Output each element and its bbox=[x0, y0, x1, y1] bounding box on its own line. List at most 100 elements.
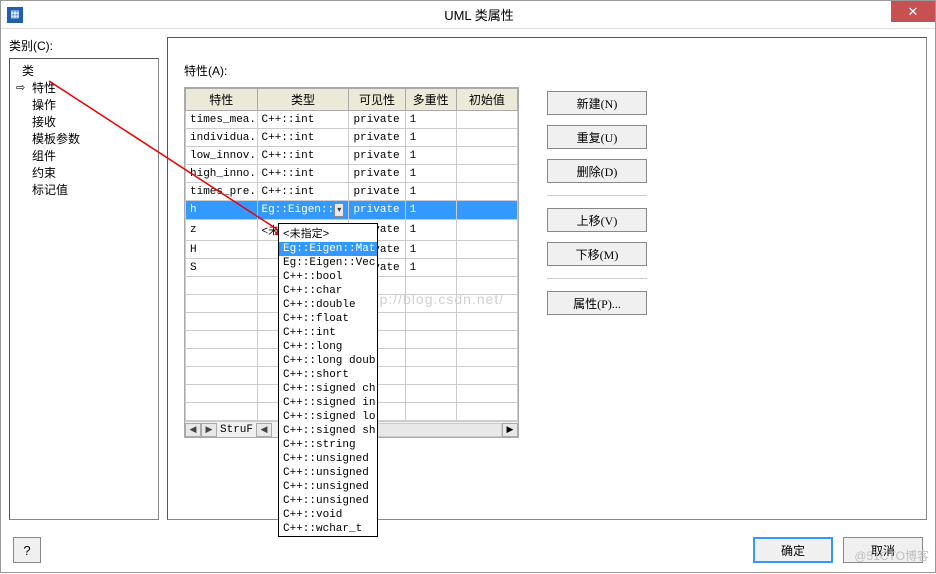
ok-button[interactable]: 确定 bbox=[753, 537, 833, 563]
table-cell[interactable] bbox=[456, 165, 517, 183]
dropdown-item[interactable]: C++::unsigned bbox=[279, 452, 377, 466]
table-cell[interactable] bbox=[456, 201, 517, 220]
tree-item[interactable]: 特性 bbox=[12, 80, 156, 97]
type-dropdown[interactable]: <未指定>Eg::Eigen::MatEg::Eigen::VecC++::bo… bbox=[278, 223, 378, 537]
dropdown-item[interactable]: C++::unsigned bbox=[279, 494, 377, 508]
dropdown-item[interactable]: C++::signed sh bbox=[279, 424, 377, 438]
duplicate-button[interactable]: 重复(U) bbox=[547, 125, 647, 149]
table-cell[interactable] bbox=[456, 259, 517, 277]
delete-button[interactable]: 删除(D) bbox=[547, 159, 647, 183]
dropdown-item[interactable]: Eg::Eigen::Mat bbox=[279, 242, 377, 256]
table-cell[interactable]: 1 bbox=[405, 259, 456, 277]
new-button[interactable]: 新建(N) bbox=[547, 91, 647, 115]
dropdown-item[interactable]: C++::signed ch bbox=[279, 382, 377, 396]
table-cell[interactable]: high_inno... bbox=[186, 165, 258, 183]
table-cell[interactable]: C++::int bbox=[257, 165, 349, 183]
cancel-button[interactable]: 取消 bbox=[843, 537, 923, 563]
column-header[interactable]: 特性 bbox=[186, 89, 258, 111]
column-header[interactable]: 初始值 bbox=[456, 89, 517, 111]
table-row[interactable]: hEg::Eigen::▾private1 bbox=[186, 201, 518, 220]
category-tree[interactable]: 类特性操作接收模板参数组件约束标记值 bbox=[9, 58, 159, 520]
dropdown-item[interactable]: C++::short bbox=[279, 368, 377, 382]
dropdown-item[interactable]: C++::unsigned bbox=[279, 466, 377, 480]
table-cell[interactable]: C++::int bbox=[257, 183, 349, 201]
dropdown-item[interactable]: C++::char bbox=[279, 284, 377, 298]
tree-item[interactable]: 类 bbox=[12, 63, 156, 80]
move-down-button[interactable]: 下移(M) bbox=[547, 242, 647, 266]
dropdown-item[interactable]: Eg::Eigen::Vec bbox=[279, 256, 377, 270]
table-row[interactable]: high_inno...C++::intprivate1 bbox=[186, 165, 518, 183]
table-cell[interactable]: individua... bbox=[186, 129, 258, 147]
dropdown-item[interactable]: C++::signed in bbox=[279, 396, 377, 410]
scroll-right-icon[interactable]: ▶ bbox=[502, 423, 518, 437]
scroll-left-icon[interactable]: ◀ bbox=[256, 423, 272, 437]
table-cell[interactable] bbox=[456, 220, 517, 241]
tree-item[interactable]: 模板参数 bbox=[12, 131, 156, 148]
dropdown-item[interactable]: <未指定> bbox=[279, 224, 377, 242]
table-cell[interactable]: H bbox=[186, 241, 258, 259]
properties-button[interactable]: 属性(P)... bbox=[547, 291, 647, 315]
table-cell[interactable] bbox=[456, 183, 517, 201]
dropdown-item[interactable]: C++::int bbox=[279, 326, 377, 340]
dropdown-item[interactable]: C++::long doub bbox=[279, 354, 377, 368]
table-cell[interactable]: private bbox=[349, 183, 405, 201]
table-cell[interactable]: 1 bbox=[405, 111, 456, 129]
table-cell[interactable]: C++::int bbox=[257, 129, 349, 147]
table-cell[interactable]: 1 bbox=[405, 165, 456, 183]
scroll-prev-icon[interactable]: ◀ bbox=[185, 423, 201, 437]
table-cell[interactable] bbox=[456, 129, 517, 147]
tree-item[interactable]: 接收 bbox=[12, 114, 156, 131]
table-cell[interactable]: C++::int bbox=[257, 147, 349, 165]
table-cell[interactable]: 1 bbox=[405, 220, 456, 241]
dropdown-item[interactable]: C++::string bbox=[279, 438, 377, 452]
dropdown-item[interactable]: C++::double bbox=[279, 298, 377, 312]
move-up-button[interactable]: 上移(V) bbox=[547, 208, 647, 232]
window-title: UML 类属性 bbox=[23, 5, 935, 24]
tree-item[interactable]: 组件 bbox=[12, 148, 156, 165]
table-cell[interactable]: 1 bbox=[405, 147, 456, 165]
table-cell[interactable]: private bbox=[349, 147, 405, 165]
table-row[interactable]: times_pre...C++::intprivate1 bbox=[186, 183, 518, 201]
table-cell[interactable]: low_innov... bbox=[186, 147, 258, 165]
table-cell[interactable]: S bbox=[186, 259, 258, 277]
table-cell[interactable]: z bbox=[186, 220, 258, 241]
action-buttons: 新建(N) 重复(U) 删除(D) 上移(V) 下移(M) 属性(P)... bbox=[547, 87, 647, 438]
table-cell[interactable]: Eg::Eigen::▾ bbox=[257, 201, 349, 220]
help-button[interactable]: ? bbox=[13, 537, 41, 563]
tree-item[interactable]: 操作 bbox=[12, 97, 156, 114]
table-cell[interactable]: times_pre... bbox=[186, 183, 258, 201]
table-cell[interactable]: private bbox=[349, 111, 405, 129]
dropdown-item[interactable]: C++::signed lo bbox=[279, 410, 377, 424]
table-cell[interactable]: private bbox=[349, 165, 405, 183]
table-cell[interactable]: times_mea... bbox=[186, 111, 258, 129]
separator bbox=[547, 195, 647, 196]
table-cell[interactable] bbox=[456, 241, 517, 259]
column-header[interactable]: 多重性 bbox=[405, 89, 456, 111]
tree-item[interactable]: 标记值 bbox=[12, 182, 156, 199]
dropdown-item[interactable]: C++::bool bbox=[279, 270, 377, 284]
tree-item[interactable]: 约束 bbox=[12, 165, 156, 182]
dropdown-item[interactable]: C++::float bbox=[279, 312, 377, 326]
dropdown-item[interactable]: C++::wchar_t bbox=[279, 522, 377, 536]
table-cell[interactable]: C++::int bbox=[257, 111, 349, 129]
table-cell[interactable]: 1 bbox=[405, 183, 456, 201]
table-cell[interactable]: private bbox=[349, 201, 405, 220]
table-cell[interactable] bbox=[456, 147, 517, 165]
table-cell[interactable]: 1 bbox=[405, 201, 456, 220]
table-cell[interactable]: h bbox=[186, 201, 258, 220]
table-cell[interactable]: 1 bbox=[405, 241, 456, 259]
table-row[interactable]: individua...C++::intprivate1 bbox=[186, 129, 518, 147]
table-cell[interactable]: 1 bbox=[405, 129, 456, 147]
table-cell[interactable] bbox=[456, 111, 517, 129]
table-row[interactable]: times_mea...C++::intprivate1 bbox=[186, 111, 518, 129]
dropdown-arrow-icon[interactable]: ▾ bbox=[334, 203, 344, 217]
table-cell[interactable]: private bbox=[349, 129, 405, 147]
table-row[interactable]: low_innov...C++::intprivate1 bbox=[186, 147, 518, 165]
dropdown-item[interactable]: C++::long bbox=[279, 340, 377, 354]
dropdown-item[interactable]: C++::void bbox=[279, 508, 377, 522]
column-header[interactable]: 可见性 bbox=[349, 89, 405, 111]
scroll-next-icon[interactable]: ▶ bbox=[201, 423, 217, 437]
column-header[interactable]: 类型 bbox=[257, 89, 349, 111]
close-button[interactable]: ✕ bbox=[891, 1, 935, 22]
dropdown-item[interactable]: C++::unsigned bbox=[279, 480, 377, 494]
